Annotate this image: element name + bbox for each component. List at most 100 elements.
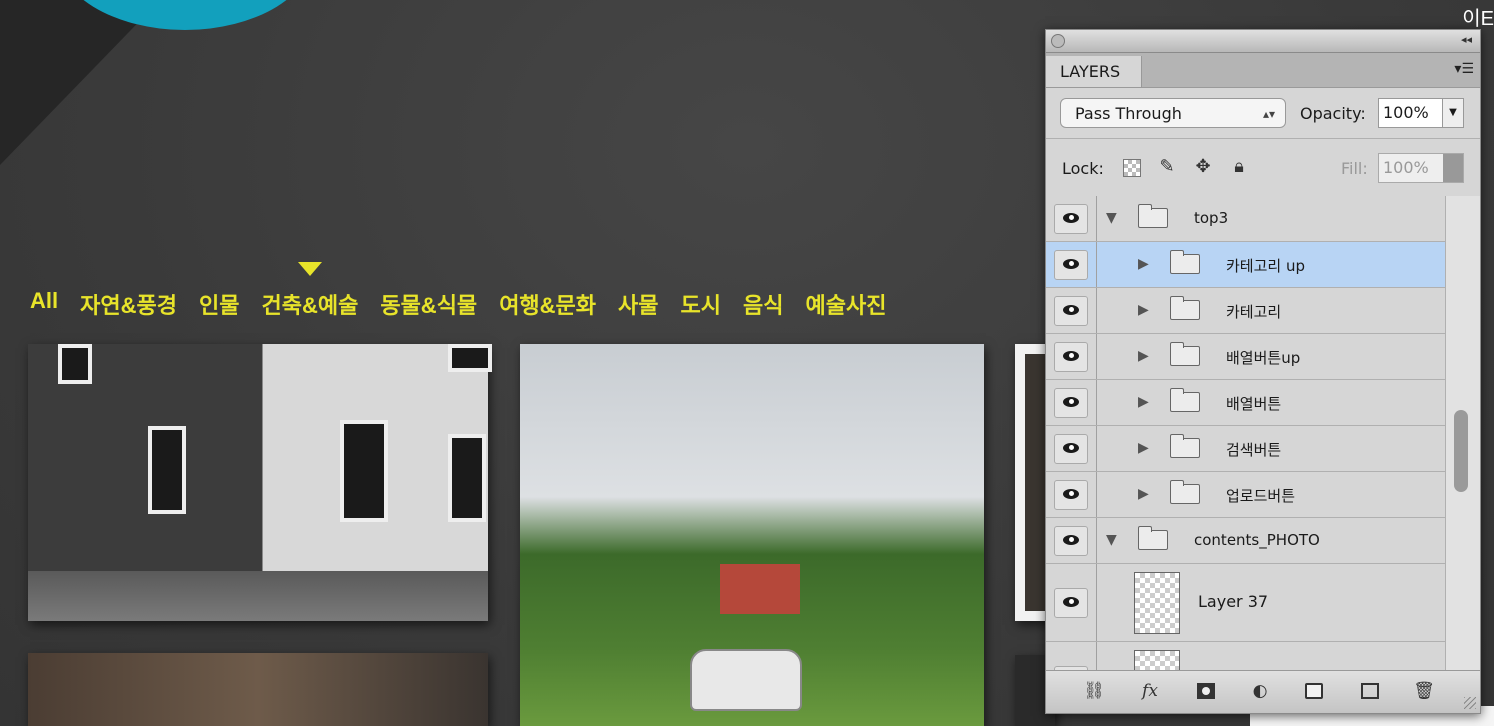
- folder-icon: [1138, 526, 1168, 550]
- visibility-eye-icon[interactable]: [1054, 588, 1088, 618]
- new-group-icon[interactable]: [1300, 679, 1328, 703]
- panel-menu-icon[interactable]: ▾☰: [1454, 61, 1474, 77]
- expand-triangle-icon[interactable]: ▶: [1138, 486, 1149, 502]
- nav-item[interactable]: 사물: [618, 288, 658, 320]
- expand-triangle-icon[interactable]: ▶: [1138, 394, 1149, 410]
- nav-item[interactable]: All: [30, 288, 58, 320]
- layers-scrollbar[interactable]: [1445, 196, 1480, 670]
- visibility-eye-icon[interactable]: [1054, 526, 1088, 556]
- visibility-eye-icon[interactable]: [1054, 480, 1088, 510]
- new-layer-icon[interactable]: [1356, 679, 1384, 703]
- divider: [1096, 426, 1097, 471]
- visibility-eye-icon[interactable]: [1054, 204, 1088, 234]
- window: [448, 434, 486, 522]
- close-icon[interactable]: [1051, 34, 1065, 48]
- visibility-eye-icon[interactable]: [1054, 388, 1088, 418]
- folder-icon: [1170, 342, 1200, 366]
- collapse-triangle-icon[interactable]: ▼: [1106, 532, 1117, 548]
- expand-triangle-icon[interactable]: ▶: [1138, 440, 1149, 456]
- lock-move-icon[interactable]: ✥: [1192, 156, 1214, 178]
- category-nav: All 자연&풍경 인물 건축&예술 동물&식물 여행&문화 사물 도시 음식 예술사진: [30, 262, 887, 320]
- layer-row[interactable]: Layer 37: [1046, 564, 1446, 642]
- layer-row[interactable]: ▼ top3: [1046, 196, 1446, 242]
- panel-tab-row: LAYERS ▾☰: [1046, 53, 1480, 88]
- visibility-eye-icon[interactable]: [1054, 342, 1088, 372]
- folder-icon: [1170, 480, 1200, 504]
- folder-icon: [1170, 250, 1200, 274]
- divider: [1096, 334, 1097, 379]
- fill-input[interactable]: 100%: [1378, 153, 1464, 183]
- panel-footer: ⛓ fx ◐ 🗑︎: [1046, 670, 1480, 713]
- link-icon[interactable]: ⛓: [1080, 679, 1108, 703]
- adjustment-icon[interactable]: ◐: [1246, 679, 1274, 703]
- collapse-triangle-icon[interactable]: ▼: [1106, 210, 1117, 226]
- tab-layers[interactable]: LAYERS: [1046, 56, 1142, 87]
- blend-mode-value: Pass Through: [1075, 104, 1182, 123]
- lock-paint-icon[interactable]: ✎: [1156, 156, 1178, 178]
- dropdown-icon[interactable]: [1443, 154, 1463, 182]
- layer-thumbnail: [1134, 572, 1180, 634]
- expand-triangle-icon[interactable]: ▶: [1138, 348, 1149, 364]
- opacity-value: 100%: [1383, 103, 1429, 122]
- layer-name: 업로드버튼: [1226, 487, 1296, 505]
- nav-item[interactable]: 동물&식물: [380, 288, 477, 320]
- divider: [1096, 642, 1097, 670]
- nav-item[interactable]: 예술사진: [806, 288, 887, 320]
- caravan: [690, 649, 802, 711]
- layer-name: Layer 37: [1198, 592, 1269, 611]
- lock-all-icon[interactable]: 🔒︎: [1228, 156, 1250, 178]
- scroll-thumb[interactable]: [1454, 410, 1468, 492]
- house-roof: [720, 564, 800, 614]
- window: [58, 344, 92, 384]
- divider: [1096, 196, 1097, 241]
- dropdown-icon[interactable]: ▼: [1442, 99, 1463, 127]
- blend-row: Pass Through ▴▾ Opacity: 100% ▼: [1046, 88, 1480, 138]
- photo-landscape[interactable]: [520, 344, 984, 726]
- photo-interior[interactable]: [28, 653, 488, 726]
- panel-titlebar[interactable]: ◂◂: [1046, 30, 1480, 53]
- nav-item[interactable]: 도시: [681, 288, 721, 320]
- opacity-input[interactable]: 100% ▼: [1378, 98, 1464, 128]
- divider: [1096, 242, 1097, 287]
- updown-icon: ▴▾: [1262, 107, 1275, 121]
- layer-row[interactable]: ▼ contents_PHOTO: [1046, 518, 1446, 564]
- layer-row[interactable]: ▶ 업로드버튼: [1046, 472, 1446, 518]
- layers-list: ▼ top3 ▶ 카테고리 up ▶ 카테고리 ▶ 배열버튼up ▶ 배열버튼 ▶ 검색버튼 ▶ 업로드버…: [1046, 196, 1480, 670]
- layer-name: 검색버튼: [1226, 441, 1282, 459]
- divider: [1096, 288, 1097, 333]
- layer-row[interactable]: ▶ 배열버튼up: [1046, 334, 1446, 380]
- folder-icon: [1170, 434, 1200, 458]
- lock-transparent-icon[interactable]: [1120, 156, 1142, 178]
- layer-row[interactable]: Layer 36: [1046, 642, 1446, 670]
- expand-triangle-icon[interactable]: ▶: [1138, 302, 1149, 318]
- divider: [1096, 518, 1097, 563]
- expand-triangle-icon[interactable]: ▶: [1138, 256, 1149, 272]
- nav-item[interactable]: 건축&예술: [261, 262, 358, 320]
- layer-name: contents_PHOTO: [1194, 531, 1320, 549]
- nav-item[interactable]: 인물: [199, 288, 239, 320]
- fill-label: Fill:: [1341, 159, 1368, 178]
- collapse-icon[interactable]: ◂◂: [1461, 33, 1472, 46]
- layer-row[interactable]: ▶ 카테고리: [1046, 288, 1446, 334]
- visibility-eye-icon[interactable]: [1054, 434, 1088, 464]
- fx-icon[interactable]: fx: [1136, 679, 1164, 703]
- nav-item[interactable]: 여행&문화: [499, 288, 596, 320]
- resize-grip-icon[interactable]: [1464, 697, 1476, 709]
- photo-building[interactable]: [28, 344, 492, 621]
- lock-row: Lock: ✎ ✥ 🔒︎ Fill: 100%: [1046, 138, 1480, 198]
- layer-name: 배열버튼: [1226, 395, 1282, 413]
- mask-icon[interactable]: [1192, 679, 1220, 703]
- layer-name: 카테고리 up: [1226, 257, 1305, 275]
- blend-mode-select[interactable]: Pass Through ▴▾: [1060, 98, 1286, 128]
- layer-row[interactable]: ▶ 배열버튼: [1046, 380, 1446, 426]
- layer-row[interactable]: ▶ 검색버튼: [1046, 426, 1446, 472]
- nav-item[interactable]: 음식: [743, 288, 783, 320]
- nav-item[interactable]: 자연&풍경: [80, 288, 177, 320]
- folder-icon: [1138, 204, 1168, 228]
- visibility-eye-icon[interactable]: [1054, 296, 1088, 326]
- divider: [1096, 380, 1097, 425]
- trash-icon[interactable]: 🗑︎: [1410, 679, 1438, 703]
- layer-row[interactable]: ▶ 카테고리 up: [1046, 242, 1446, 288]
- visibility-eye-icon[interactable]: [1054, 250, 1088, 280]
- top-right-text: 이E: [1462, 8, 1494, 30]
